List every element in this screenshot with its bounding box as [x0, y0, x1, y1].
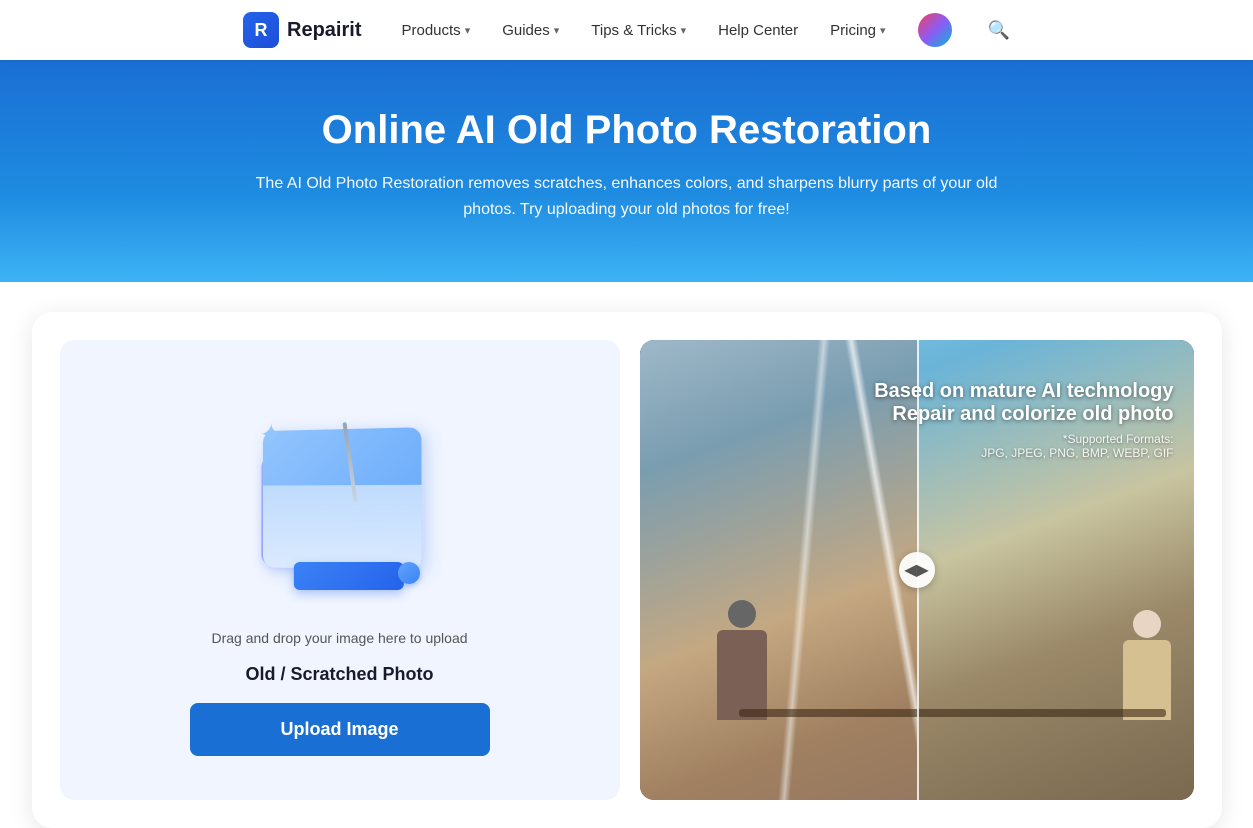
hero-section: Online AI Old Photo Restoration The AI O…	[0, 60, 1253, 282]
hero-subtitle: The AI Old Photo Restoration removes scr…	[237, 171, 1017, 222]
nav-guides[interactable]: Guides ▾	[502, 22, 559, 39]
logo[interactable]: R Repairit	[243, 12, 361, 48]
compare-handle[interactable]: ◀▶	[899, 552, 935, 588]
nav-products[interactable]: Products ▾	[401, 22, 470, 39]
logo-icon: R	[243, 12, 279, 48]
chevron-down-icon: ▾	[465, 24, 471, 37]
logo-text: Repairit	[287, 19, 361, 42]
preview-formats-label: *Supported Formats: JPG, JPEG, PNG, BMP,…	[874, 432, 1173, 460]
illus-star: ✦	[260, 418, 283, 451]
hero-title: Online AI Old Photo Restoration	[24, 108, 1229, 153]
preview-text-overlay: Based on mature AI technology Repair and…	[874, 380, 1173, 460]
nav-pricing[interactable]: Pricing ▾	[830, 22, 885, 39]
illus-main-frame	[262, 427, 421, 571]
illus-dot	[398, 562, 420, 584]
nav-help-center[interactable]: Help Center	[718, 22, 798, 39]
main-card: ✦ Drag and drop your image here to uploa…	[32, 312, 1222, 828]
preview-panel: ◀▶ Based on mature AI technology Repair …	[640, 340, 1194, 800]
chevron-down-icon: ▾	[880, 24, 886, 37]
photo-type-label: Old / Scratched Photo	[245, 664, 433, 685]
drag-drop-text: Drag and drop your image here to upload	[211, 630, 467, 646]
figure-right	[1123, 610, 1171, 720]
tool-area: ✦ Drag and drop your image here to uploa…	[60, 340, 1194, 800]
preview-main-line2: Repair and colorize old photo	[874, 403, 1173, 426]
search-icon[interactable]: 🔍	[988, 20, 1010, 41]
bench	[739, 709, 1166, 717]
navbar: R Repairit Products ▾ Guides ▾ Tips & Tr…	[0, 0, 1253, 60]
upload-illustration: ✦	[230, 392, 450, 612]
illus-frame-inner	[262, 485, 421, 571]
upload-panel: ✦ Drag and drop your image here to uploa…	[60, 340, 620, 800]
chevron-down-icon: ▾	[554, 24, 560, 37]
chevron-down-icon: ▾	[681, 24, 687, 37]
avatar[interactable]	[918, 13, 952, 47]
figure-left	[717, 600, 767, 720]
illus-base	[293, 562, 403, 590]
preview-main-line1: Based on mature AI technology	[874, 380, 1173, 403]
upload-button[interactable]: Upload Image	[190, 703, 490, 756]
nav-tips-tricks[interactable]: Tips & Tricks ▾	[591, 22, 686, 39]
